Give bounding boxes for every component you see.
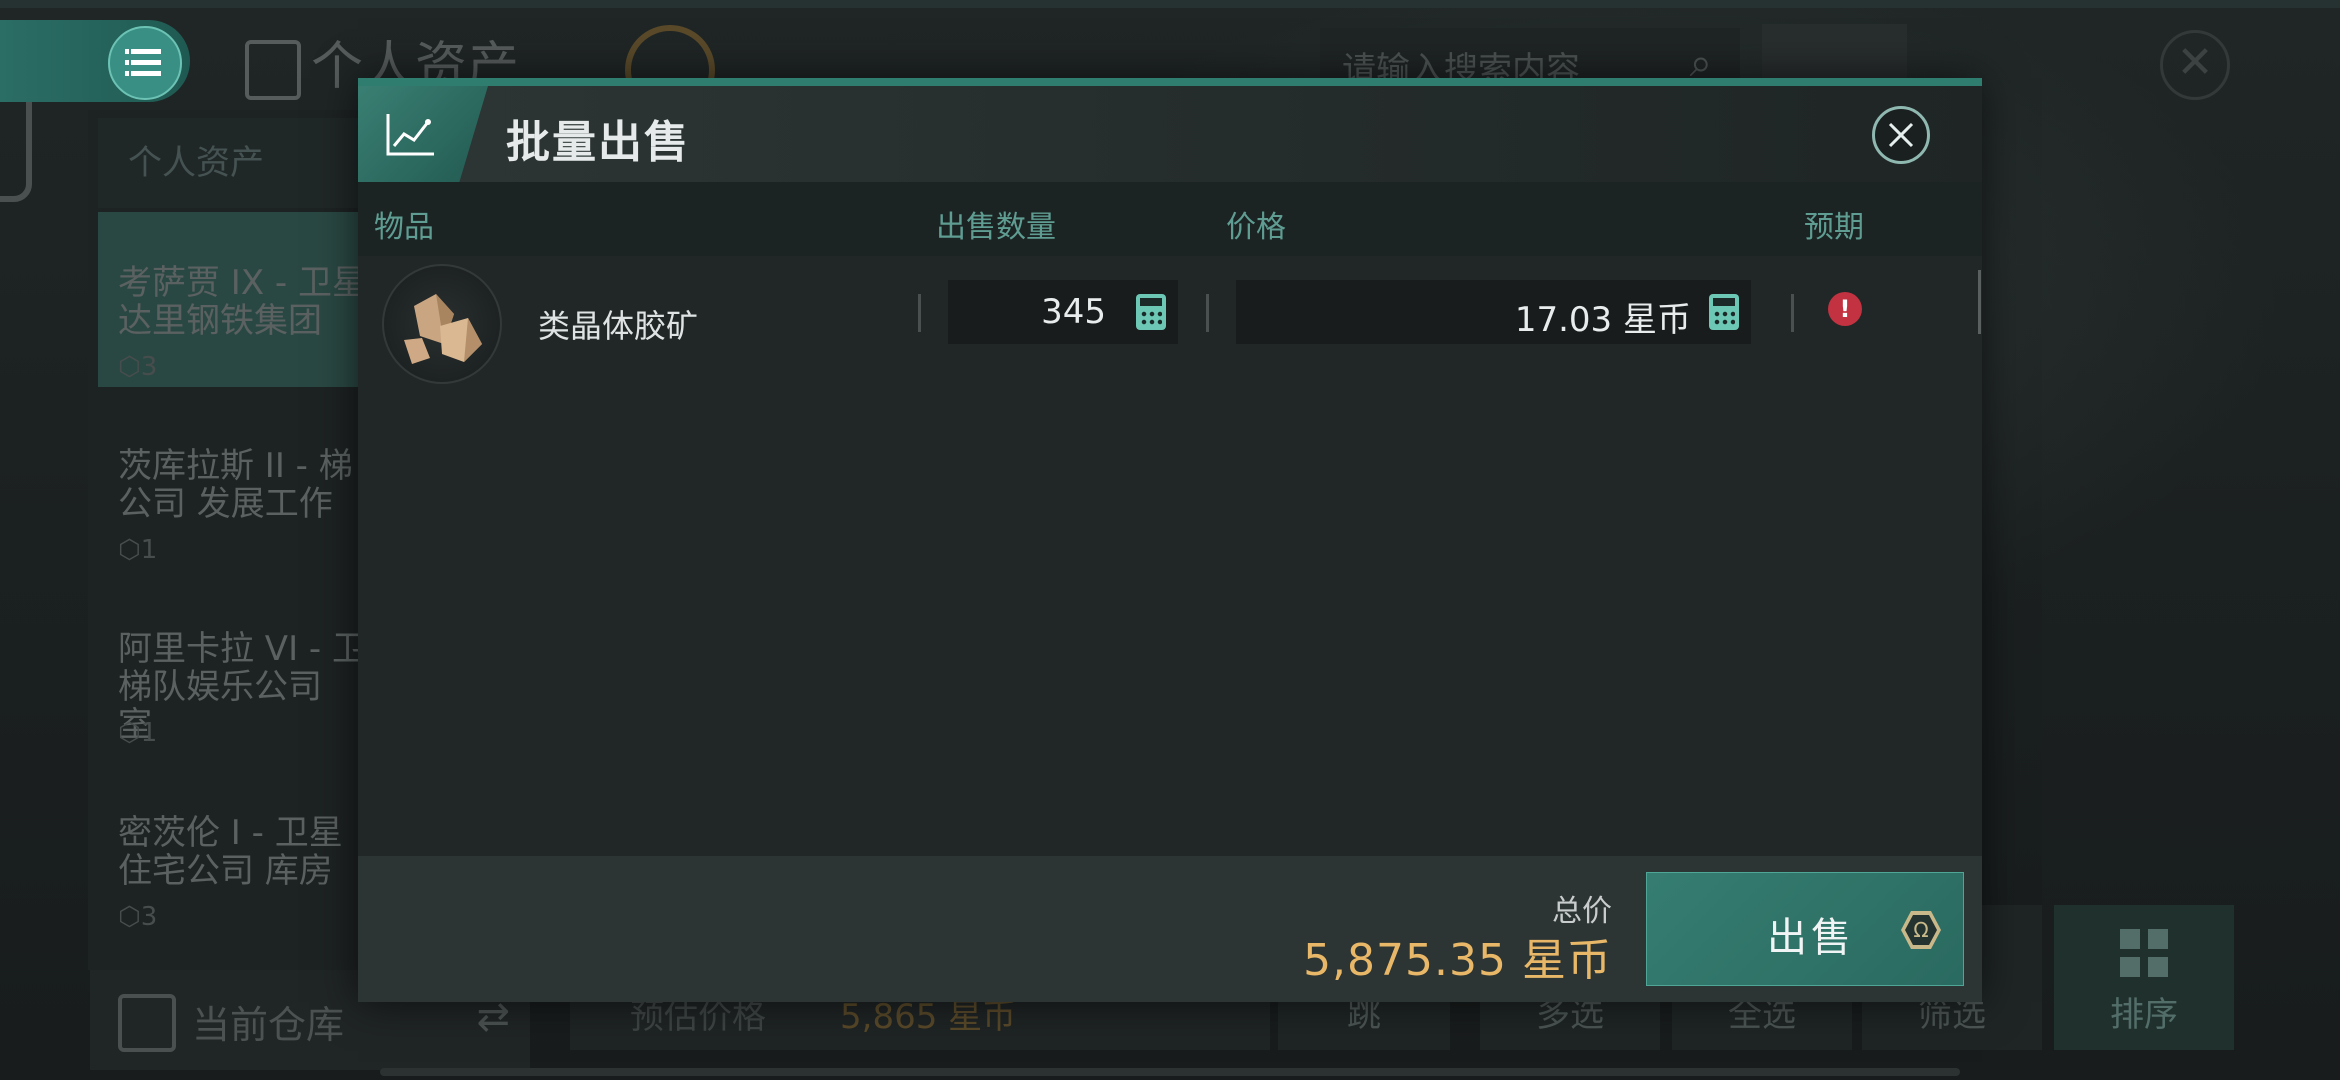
dialog-footer: 总价 5,875.35 星币 出售 Ω: [358, 856, 1982, 1002]
column-price: 价格: [1226, 210, 1286, 245]
divider: [1206, 294, 1209, 332]
warning-icon[interactable]: !: [1828, 292, 1862, 326]
crystal-ore-icon: [382, 264, 502, 384]
menu-icon: [108, 26, 182, 100]
item-name: 类晶体胶矿: [538, 307, 699, 345]
location-name: 密茨伦 I - 卫星 住宅公司 库房: [118, 813, 343, 891]
sort-button[interactable]: 排序: [2054, 905, 2234, 1050]
divider: [1791, 294, 1794, 332]
menu-button[interactable]: [0, 20, 190, 102]
column-qty: 出售数量: [936, 210, 1056, 245]
column-header: 物品 出售数量 价格 预期: [358, 182, 1982, 256]
cube-icon: [118, 994, 176, 1052]
dialog-header: 批量出售: [358, 86, 1982, 182]
calculator-icon[interactable]: [1136, 294, 1166, 330]
expect-cell: !: [1800, 280, 1980, 344]
sell-button-label: 出售: [1767, 915, 1855, 961]
grid-icon: [2120, 929, 2168, 977]
sell-item-row: 类晶体胶矿 345 17.03 星币 !: [358, 256, 1982, 416]
calculator-icon[interactable]: [1709, 294, 1739, 330]
omega-hex-icon: Ω: [1901, 911, 1941, 949]
column-item: 物品: [374, 210, 434, 245]
top-line: [0, 0, 2340, 8]
price-value: 17.03 星币: [1514, 300, 1691, 340]
dialog-accent-bar: [358, 78, 1982, 86]
divider: [918, 294, 921, 332]
quantity-input[interactable]: 345: [948, 280, 1178, 344]
column-expect: 预期: [1804, 210, 1864, 245]
location-count: ⬡1: [118, 535, 158, 565]
close-icon: [1888, 122, 1914, 148]
chart-trend-icon: [358, 86, 488, 182]
batch-sell-dialog: 批量出售 物品 出售数量 价格 预期 类晶体胶矿 345 17.03 星币 ! …: [358, 78, 1982, 1002]
location-name: 茨库拉斯 II - 梯 公司 发展工作: [118, 446, 353, 524]
horizontal-scrollbar[interactable]: [380, 1068, 1960, 1076]
current-warehouse-label: 当前仓库: [192, 1003, 345, 1047]
safe-icon: [245, 40, 301, 100]
location-count: ⬡1: [118, 718, 158, 748]
close-icon[interactable]: ✕: [2160, 30, 2230, 100]
sell-button[interactable]: 出售 Ω: [1646, 872, 1964, 986]
location-name: 考萨贾 IX - 卫星 达里钢铁集团: [118, 263, 367, 341]
quantity-value: 345: [1041, 292, 1106, 332]
location-count: ⬡3: [118, 352, 158, 382]
total-value: 5,875.35 星币: [1303, 935, 1612, 986]
price-input[interactable]: 17.03 星币: [1236, 280, 1751, 344]
dialog-title: 批量出售: [506, 117, 690, 168]
row-edge: [1978, 270, 1981, 334]
dialog-close-button[interactable]: [1872, 106, 1930, 164]
location-count: ⬡3: [118, 902, 158, 932]
